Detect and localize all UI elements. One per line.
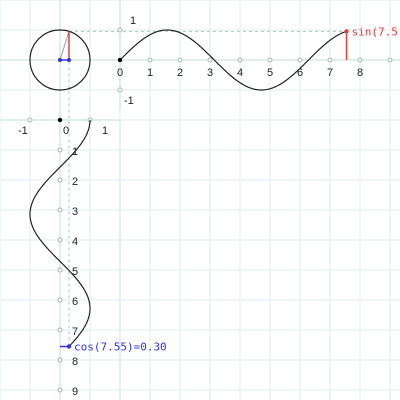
top-y-tick-label: 1: [130, 15, 136, 27]
side-x-tick-label: 1: [102, 125, 108, 137]
top-x-tick-label: 8: [357, 67, 363, 79]
top-x-tick-label: 2: [177, 67, 183, 79]
cosine-origin-dot: [58, 118, 62, 122]
top-x-tick-dot: [357, 57, 363, 63]
sine-origin-dot: [118, 58, 122, 62]
side-y-tick-label: 8: [72, 356, 78, 368]
side-y-tick-label: 7: [72, 326, 78, 338]
side-y-tick-label: 1: [72, 146, 78, 158]
side-y-tick-dot: [57, 387, 63, 393]
radius-line: [59, 31, 70, 61]
sin-value-label: sin(7.5: [352, 25, 398, 38]
cos-value-dot: [66, 344, 72, 349]
side-y-tick-dot: [57, 177, 63, 183]
sin-value-dot: [344, 29, 349, 34]
circle-center-dot: [58, 58, 62, 62]
top-x-tick-dot: [207, 57, 213, 63]
side-x-tick-label: -1: [18, 125, 28, 137]
top-x-tick-label: 6: [297, 67, 303, 79]
top-x-tick-dot: [387, 57, 393, 63]
top-x-tick-label: 1: [147, 67, 153, 79]
cos-foot-dot: [66, 58, 71, 62]
unit-circle-diagram: 0 1 2 3 4 5 6 7 81-1-1 0 1123456789 sin(7.5 cos(7.…: [0, 0, 400, 400]
top-x-tick-dot: [327, 57, 333, 63]
top-x-tick-label: 0: [117, 67, 123, 79]
top-x-tick-label: 7: [327, 67, 333, 79]
side-y-tick-label: 2: [72, 176, 78, 188]
top-y-tick-dot: [117, 27, 123, 33]
top-y-tick-dot: [117, 87, 123, 93]
top-y-tick-label: -1: [124, 95, 134, 107]
side-y-tick-dot: [57, 357, 63, 363]
side-y-tick-label: 9: [72, 386, 78, 398]
side-y-tick-dot: [57, 147, 63, 153]
side-y-tick-dot: [57, 207, 63, 213]
top-x-tick-dot: [147, 57, 153, 63]
side-x-tick-dot: [27, 117, 33, 123]
cos-value-label: cos(7.55)=0.30: [74, 341, 167, 354]
side-y-tick-dot: [57, 267, 63, 273]
side-x-tick-label: 0: [63, 125, 69, 137]
side-y-tick-label: 5: [72, 266, 78, 278]
tick-labels: 0 1 2 3 4 5 6 7 81-1-1 0 1123456789: [18, 15, 363, 398]
side-y-tick-label: 4: [72, 236, 78, 248]
side-y-tick-label: 3: [72, 206, 78, 218]
top-x-tick-dot: [177, 57, 183, 63]
side-y-tick-dot: [57, 297, 63, 303]
top-x-tick-label: 5: [267, 67, 273, 79]
markers: [60, 29, 349, 349]
side-y-tick-dot: [57, 237, 63, 243]
top-x-tick-dot: [297, 57, 303, 63]
top-x-tick-dot: [267, 57, 273, 63]
top-x-tick-label: 3: [207, 67, 213, 79]
top-x-tick-dot: [237, 57, 243, 63]
top-x-tick-label: 4: [237, 67, 243, 79]
side-y-tick-label: 6: [72, 296, 78, 308]
side-y-tick-dot: [57, 327, 63, 333]
